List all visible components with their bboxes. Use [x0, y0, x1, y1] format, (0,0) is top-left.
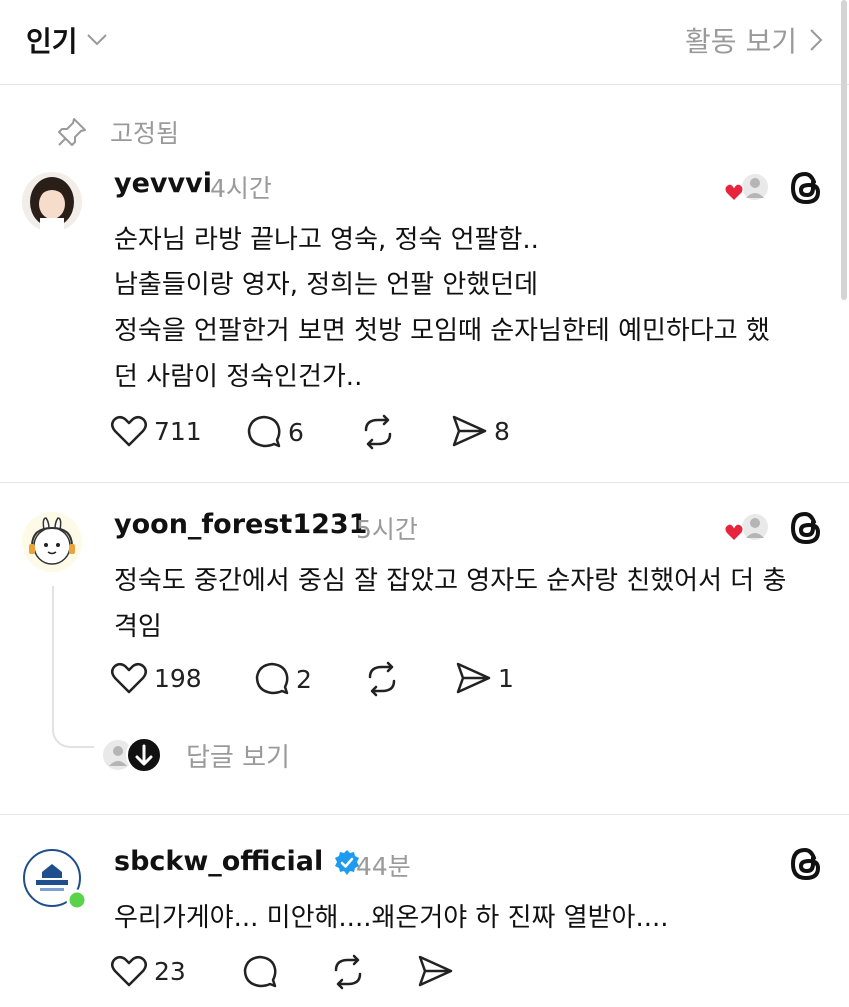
heart-icon — [111, 956, 147, 987]
view-replies-label: 답글 보기 — [186, 742, 290, 773]
divider — [0, 482, 849, 483]
post-text-line: 우리가게야... 미안해....왜온거야 하 진짜 열받아.... — [114, 903, 669, 933]
threads-logo-icon[interactable] — [786, 168, 826, 208]
divider — [0, 814, 849, 815]
post-time: 5시간 — [356, 515, 418, 544]
pin-icon — [58, 118, 86, 146]
post-text-line: 정숙도 중간에서 중심 잘 잡았고 영자도 순자랑 친했어서 더 충 — [114, 566, 787, 596]
username-text: sbckw_official — [114, 846, 324, 877]
repost-button[interactable] — [362, 661, 402, 697]
heart-icon — [111, 416, 147, 447]
reply-thread-line — [52, 586, 94, 748]
like-count: 23 — [154, 956, 186, 986]
like-count: 711 — [154, 416, 202, 446]
top-bar: 인기 활동 보기 — [0, 0, 849, 85]
chevron-down-icon — [86, 34, 107, 46]
share-button[interactable]: 1 — [454, 661, 514, 695]
repost-icon — [368, 661, 396, 697]
avatar[interactable] — [22, 172, 82, 232]
post-text-line: 남출들이랑 영자, 정희는 언팔 안했던데 — [114, 270, 539, 300]
repost-icon — [334, 954, 362, 990]
comment-button[interactable] — [242, 954, 278, 990]
send-icon — [418, 955, 453, 987]
send-icon — [456, 662, 491, 694]
comment-button[interactable]: 6 — [246, 414, 304, 450]
comment-icon — [255, 662, 289, 695]
view-replies-button[interactable]: 답글 보기 — [100, 736, 290, 774]
comment-count: 6 — [288, 417, 304, 447]
repost-button[interactable] — [358, 414, 398, 450]
liked-by-icon — [723, 510, 770, 544]
like-button[interactable]: 711 — [110, 414, 202, 448]
share-button[interactable]: 8 — [450, 414, 510, 448]
comment-count: 2 — [296, 664, 312, 694]
sort-label: 인기 — [26, 25, 78, 58]
comment-button[interactable]: 2 — [254, 661, 312, 697]
post-text-line: 던 사람이 정숙인건가.. — [114, 362, 363, 392]
avatar[interactable] — [22, 512, 82, 572]
share-count: 8 — [494, 416, 510, 446]
heart-icon — [111, 663, 147, 694]
like-button[interactable]: 198 — [110, 661, 202, 695]
share-button[interactable] — [416, 954, 454, 988]
threads-logo-icon[interactable] — [786, 844, 826, 884]
scrollbar[interactable] — [841, 0, 847, 300]
online-status-icon — [66, 889, 88, 911]
liked-by-icon — [723, 170, 770, 204]
share-count: 1 — [498, 663, 514, 693]
like-button[interactable]: 23 — [110, 954, 186, 988]
post-username[interactable]: yoon_forest1231 — [114, 509, 367, 540]
send-icon — [452, 415, 487, 447]
post-username[interactable]: sbckw_official — [114, 846, 361, 877]
activity-label: 활동 보기 — [685, 25, 797, 58]
pinned-indicator: 고정됨 — [56, 114, 179, 150]
post-text-line: 격임 — [114, 612, 162, 642]
sort-dropdown[interactable]: 인기 — [26, 20, 108, 60]
threads-logo-icon[interactable] — [786, 508, 826, 548]
comment-icon — [243, 955, 277, 988]
pinned-label: 고정됨 — [110, 119, 180, 148]
view-activity-link[interactable]: 활동 보기 — [685, 20, 823, 60]
like-count: 198 — [154, 663, 202, 693]
post-text-line: 순자님 라방 끝나고 영숙, 정숙 언팔함.. — [114, 225, 539, 255]
post-text-line: 정숙을 언팔한거 보면 첫방 모임때 순자님한테 예민하다고 했 — [114, 316, 770, 346]
reply-avatars-icon — [101, 737, 162, 773]
repost-icon — [364, 414, 392, 450]
post-time: 4시간 — [210, 174, 272, 203]
repost-button[interactable] — [328, 954, 368, 990]
post-username[interactable]: yevvvi — [114, 168, 212, 199]
chevron-right-icon — [810, 29, 823, 51]
comment-icon — [247, 415, 281, 448]
post-time: 44분 — [356, 852, 411, 881]
